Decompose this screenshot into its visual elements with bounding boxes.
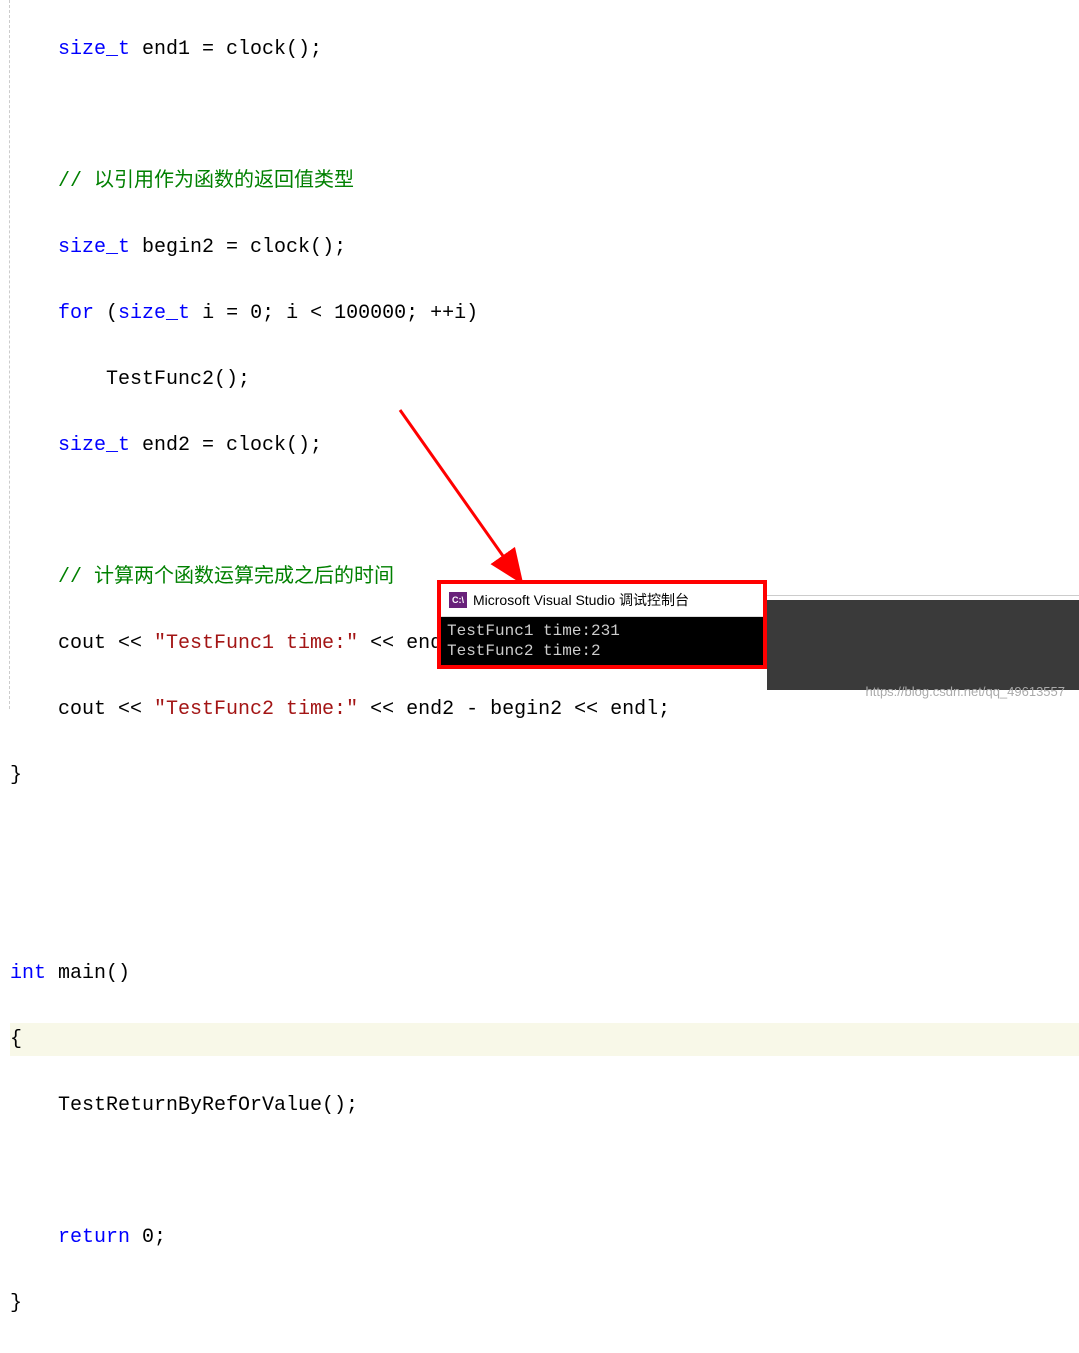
code-line: // 以引用作为函数的返回值类型: [10, 165, 1079, 198]
code-line: [10, 825, 1079, 858]
console-bg-extension: [767, 600, 1079, 690]
code-line-current: {: [10, 1023, 1079, 1056]
code-line: size_t end1 = clock();: [10, 33, 1079, 66]
code-line: return 0;: [10, 1221, 1079, 1254]
code-line: [10, 1155, 1079, 1188]
code-line: TestFunc2();: [10, 363, 1079, 396]
code-line: TestReturnByRefOrValue();: [10, 1089, 1079, 1122]
code-line: size_t end2 = clock();: [10, 429, 1079, 462]
console-output[interactable]: TestFunc1 time:231 TestFunc2 time:2: [441, 617, 763, 665]
code-line: [10, 891, 1079, 924]
vs-icon: C:\: [449, 592, 467, 608]
code-line: [10, 495, 1079, 528]
code-line: size_t begin2 = clock();: [10, 231, 1079, 264]
code-line: [10, 99, 1079, 132]
code-line: }: [10, 759, 1079, 792]
code-gutter: [0, 0, 10, 709]
watermark: https://blog.csdn.net/qq_49613557: [866, 684, 1066, 699]
console-title: Microsoft Visual Studio 调试控制台: [473, 590, 689, 610]
console-titlebar[interactable]: C:\ Microsoft Visual Studio 调试控制台: [441, 584, 763, 617]
code-line: int main(): [10, 957, 1079, 990]
code-line: }: [10, 1287, 1079, 1320]
console-window: C:\ Microsoft Visual Studio 调试控制台 TestFu…: [437, 580, 767, 669]
code-line: for (size_t i = 0; i < 100000; ++i): [10, 297, 1079, 330]
